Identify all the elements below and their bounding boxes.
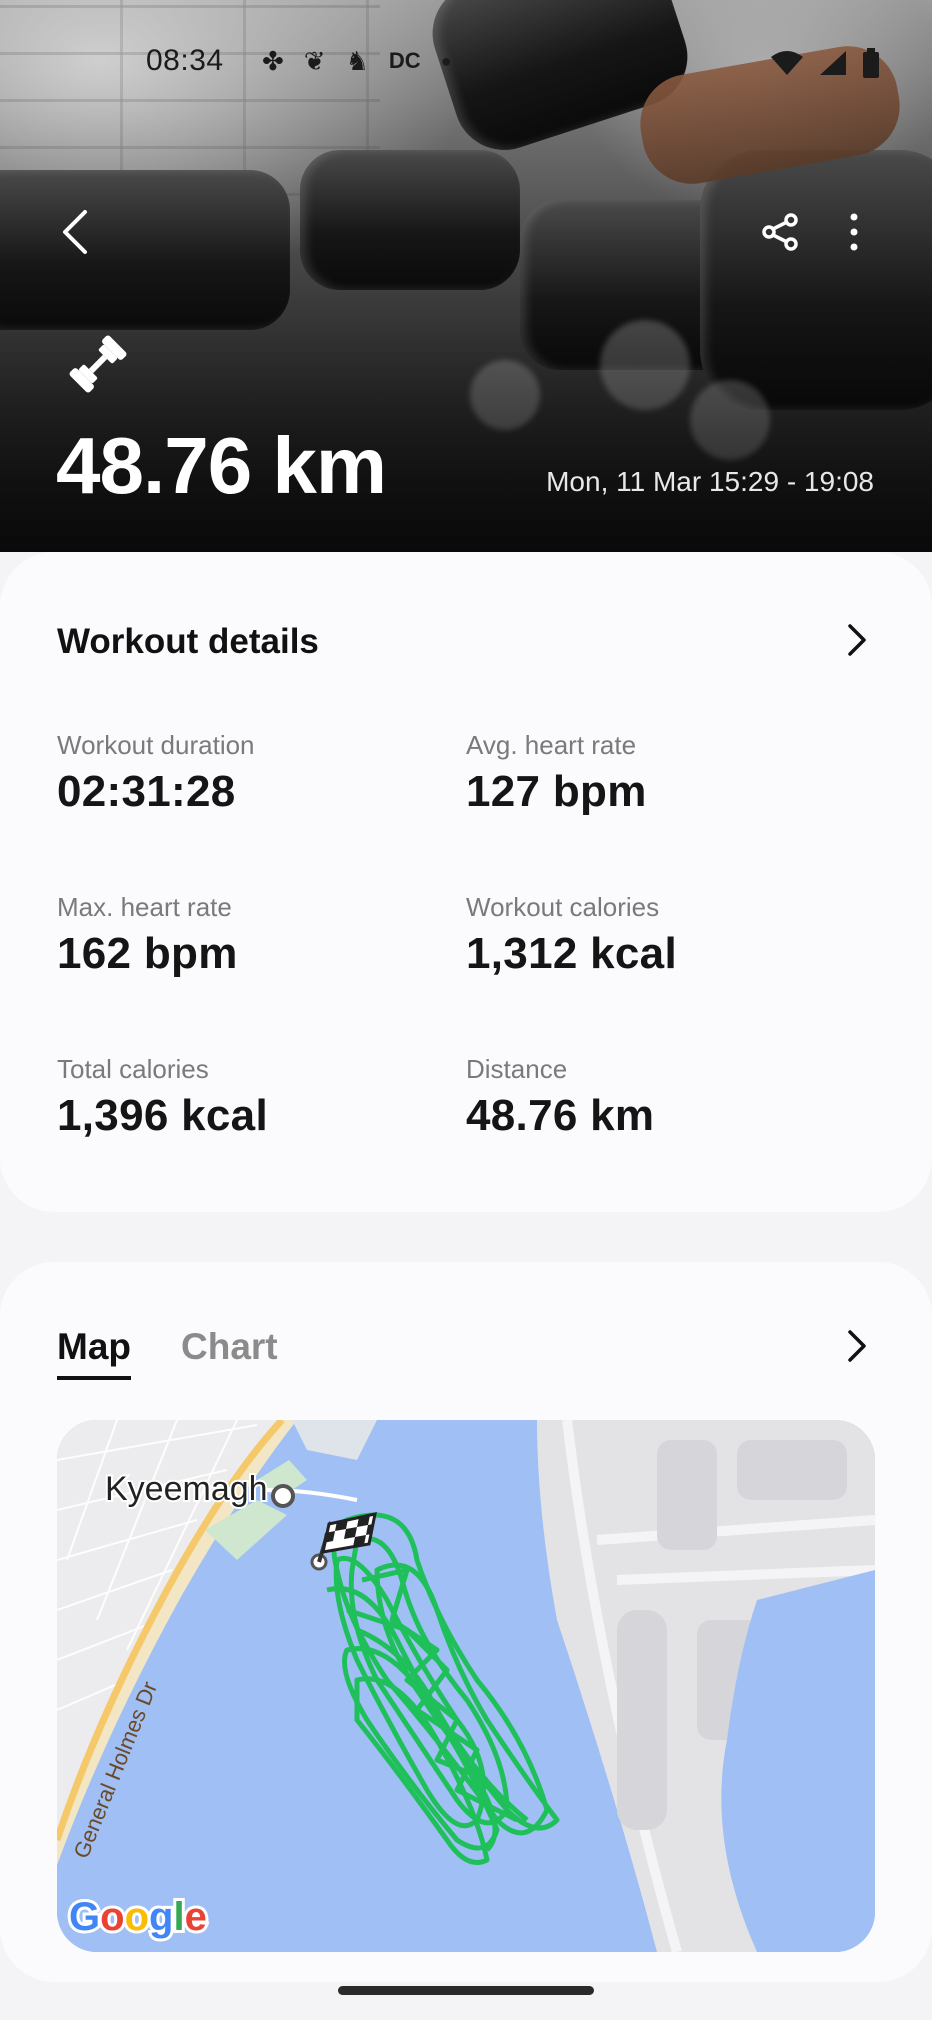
home-indicator[interactable] xyxy=(338,1986,594,1995)
tab-map[interactable]: Map xyxy=(57,1326,131,1380)
stat-workout-duration: Workout duration 02:31:28 xyxy=(57,730,437,817)
back-button[interactable] xyxy=(46,204,102,260)
stat-value: 48.76 km xyxy=(466,1091,655,1140)
place-label: Kyeemagh xyxy=(105,1470,268,1508)
stat-label: Workout calories xyxy=(466,892,660,922)
status-time: 08:34 xyxy=(146,44,224,77)
map-expand-button[interactable] xyxy=(836,1326,876,1366)
stat-value: 02:31:28 xyxy=(57,767,236,816)
stat-value: 1,396 kcal xyxy=(57,1091,268,1140)
signal-icon xyxy=(820,51,846,75)
bird-icon: ❦ xyxy=(303,46,326,76)
stat-value: 162 bpm xyxy=(57,929,238,978)
stat-label: Avg. heart rate xyxy=(466,730,637,760)
start-marker xyxy=(271,1484,295,1508)
workout-details-expand-button[interactable] xyxy=(836,620,876,660)
share-icon xyxy=(762,213,798,251)
stat-value: 127 bpm xyxy=(466,767,647,816)
notification-icons: ✤ ❦ ♞ DC ● xyxy=(262,46,452,76)
svg-text:Google: Google xyxy=(69,1895,207,1939)
stat-label: Distance xyxy=(466,1054,568,1084)
stat-avg-heart-rate: Avg. heart rate 127 bpm xyxy=(466,730,846,817)
chevron-right-icon xyxy=(848,624,866,656)
more-vertical-icon xyxy=(850,213,858,251)
person-icon: ♞ xyxy=(345,46,369,76)
dot-icon: ● xyxy=(440,51,452,71)
wifi-icon xyxy=(771,51,803,75)
hero-header: 08:34 ✤ ❦ ♞ DC ● 48.76 km Mon, 11 Mar 15… xyxy=(0,0,932,552)
tab-chart[interactable]: Chart xyxy=(181,1326,278,1380)
route-map[interactable]: General Holmes Dr Kyeemagh Google xyxy=(57,1420,875,1952)
stat-distance: Distance 48.76 km xyxy=(466,1054,846,1141)
google-attribution: Google xyxy=(66,1892,210,1942)
pinwheel-icon: ✤ xyxy=(262,46,284,76)
total-distance: 48.76 km xyxy=(56,421,387,510)
stat-label: Total calories xyxy=(57,1054,209,1084)
background-dumbbell xyxy=(0,170,290,330)
workout-details-title: Workout details xyxy=(57,622,319,661)
system-status-icons xyxy=(770,48,880,78)
stat-workout-calories: Workout calories 1,312 kcal xyxy=(466,892,846,979)
workout-date-range: Mon, 11 Mar 15:29 - 19:08 xyxy=(546,466,874,497)
back-arrow-icon xyxy=(63,210,87,254)
status-bar: 08:34 ✤ ❦ ♞ DC ● xyxy=(0,40,932,80)
battery-icon xyxy=(863,48,879,78)
share-button[interactable] xyxy=(752,204,808,260)
map-chart-tabs: Map Chart xyxy=(57,1326,278,1380)
dumbbell-icon xyxy=(69,335,127,393)
map-chart-card: Map Chart General Holmes Dr Kyeemagh Goo… xyxy=(0,1262,932,1982)
stat-max-heart-rate: Max. heart rate 162 bpm xyxy=(57,892,437,979)
stat-total-calories: Total calories 1,396 kcal xyxy=(57,1054,437,1141)
dc-icon: DC xyxy=(388,48,421,73)
stat-value: 1,312 kcal xyxy=(466,929,677,978)
stat-label: Max. heart rate xyxy=(57,892,232,922)
stat-label: Workout duration xyxy=(57,730,255,760)
workout-details-card: Workout details Workout duration 02:31:2… xyxy=(0,552,932,1212)
more-options-button[interactable] xyxy=(826,204,882,260)
map-canvas: General Holmes Dr Kyeemagh Google xyxy=(57,1420,875,1952)
chevron-right-icon xyxy=(848,1330,866,1362)
background-dumbbell xyxy=(300,150,520,290)
